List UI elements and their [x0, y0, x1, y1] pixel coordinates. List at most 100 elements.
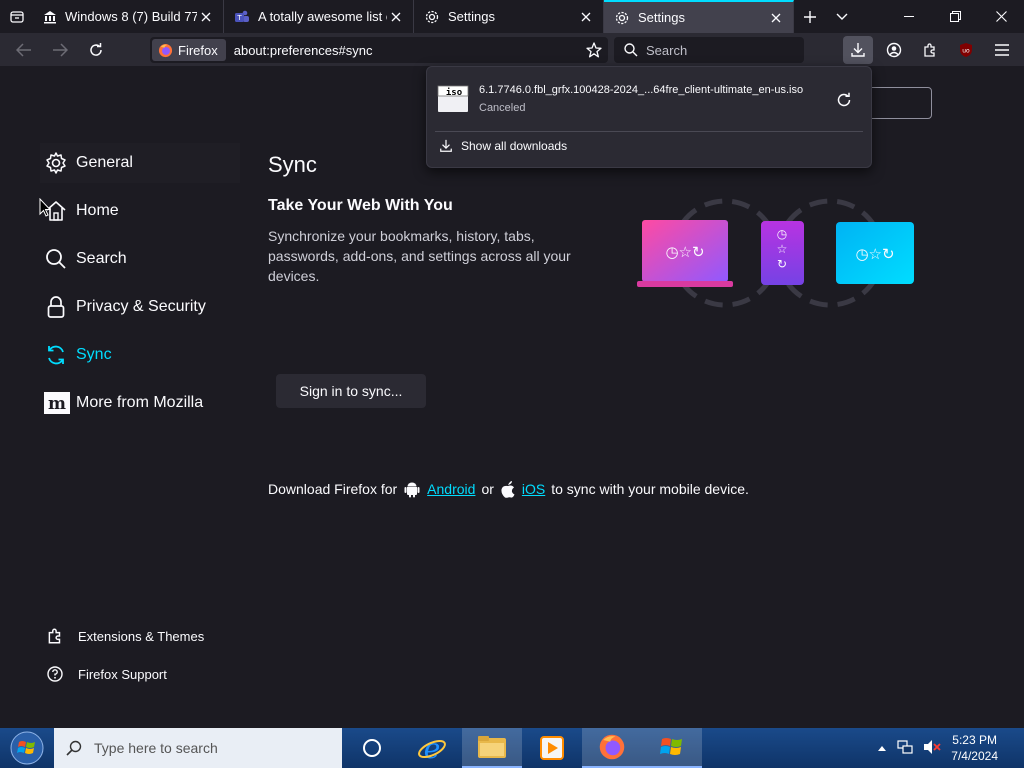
- sidebar-item-privacy-security[interactable]: Privacy & Security: [40, 287, 240, 327]
- sidebar-item-home[interactable]: Home: [40, 191, 240, 231]
- close-tab-button[interactable]: [387, 8, 405, 26]
- close-tab-button[interactable]: [767, 9, 785, 27]
- close-tab-button[interactable]: [577, 8, 595, 26]
- iso-file-icon: iso: [437, 85, 469, 112]
- restore-icon: [949, 11, 961, 22]
- sync-subheading: Take Your Web With You: [268, 197, 453, 214]
- retry-download-button[interactable]: [833, 89, 855, 111]
- puzzle-icon: [48, 628, 61, 644]
- clock-date: 7/4/2024: [951, 749, 998, 763]
- close-icon: [771, 13, 781, 22]
- taskbar-search-box[interactable]: Type here to search: [54, 728, 342, 768]
- chevron-down-icon: [836, 13, 848, 20]
- help-icon: [47, 666, 63, 682]
- taskbar-media-player[interactable]: [522, 728, 582, 768]
- sidebar-item-label: General: [76, 154, 133, 171]
- tab-windows-8-build[interactable]: Windows 8 (7) Build 7746: [33, 0, 224, 33]
- minimize-icon: [904, 15, 914, 17]
- svg-text:☆: ☆: [777, 242, 788, 256]
- arrow-right-icon: [53, 42, 68, 57]
- network-button[interactable]: [897, 739, 913, 758]
- reload-button[interactable]: [78, 33, 114, 66]
- download-status: Canceled: [479, 102, 526, 114]
- sidebar-item-sync[interactable]: Sync: [40, 335, 240, 375]
- tab-overflow-button[interactable]: [826, 0, 858, 33]
- taskbar-internet-explorer[interactable]: e: [402, 728, 462, 768]
- list-all-tabs-button[interactable]: [0, 0, 33, 33]
- taskbar-windows-app[interactable]: [642, 728, 702, 768]
- toolbar-right: uo: [840, 33, 1020, 66]
- internet-explorer-icon: e: [418, 733, 446, 763]
- ios-link[interactable]: iOS: [522, 481, 545, 497]
- start-button[interactable]: [0, 728, 54, 768]
- tab-awesome-list[interactable]: T A totally awesome list of: [224, 0, 414, 33]
- android-icon: [404, 482, 420, 498]
- extensions-button[interactable]: [912, 33, 948, 66]
- svg-text:↻: ↻: [777, 257, 787, 271]
- svg-text:◷☆↻: ◷☆↻: [665, 243, 704, 261]
- sync-devices-illustration: ◷☆↻ ◷ ☆ ↻ ◷☆↻: [637, 198, 914, 308]
- tab-settings-active[interactable]: Settings: [604, 0, 794, 33]
- bookmark-star-button[interactable]: [580, 42, 608, 58]
- sign-in-to-sync-button[interactable]: Sign in to sync...: [276, 374, 426, 408]
- file-icon-text: iso: [446, 87, 462, 98]
- download-text: 6.1.7746.0.fbl_grfx.100428-2024_...64fre…: [479, 84, 829, 114]
- task-view-button[interactable]: [342, 728, 402, 768]
- tab-title: Windows 8 (7) Build 7746: [65, 9, 197, 24]
- android-link[interactable]: Android: [427, 481, 475, 497]
- gear-icon: [425, 10, 439, 23]
- tab-title: A totally awesome list of: [258, 9, 387, 24]
- taskbar-file-explorer[interactable]: [462, 728, 522, 768]
- arrow-left-icon: [16, 42, 31, 57]
- reload-icon: [90, 42, 102, 56]
- tab-settings[interactable]: Settings: [414, 0, 604, 33]
- sidebar-item-more-from-mozilla[interactable]: m More from Mozilla: [40, 383, 240, 423]
- mobile-download-line: Download Firefox for Android or iOS to s…: [268, 480, 749, 498]
- search-bar[interactable]: Search: [614, 37, 804, 63]
- page-title: Sync: [268, 152, 317, 177]
- chevron-up-icon: [878, 746, 887, 751]
- download-item[interactable]: iso 6.1.7746.0.fbl_grfx.100428-2024_...6…: [427, 71, 871, 127]
- firefox-logo-icon: [158, 43, 173, 57]
- minimize-button[interactable]: [886, 0, 932, 33]
- clock-time: 5:23 PM: [952, 733, 997, 747]
- identity-box[interactable]: Firefox: [152, 39, 226, 61]
- back-button[interactable]: [6, 33, 42, 66]
- close-icon: [995, 11, 1007, 22]
- search-icon: [46, 249, 66, 269]
- volume-button[interactable]: [923, 739, 941, 758]
- forward-button[interactable]: [42, 33, 78, 66]
- firefox-support-link[interactable]: Firefox Support: [46, 665, 167, 683]
- svg-text:◷: ◷: [777, 227, 788, 241]
- ublock-icon: uo: [960, 42, 972, 57]
- sidebar-item-general[interactable]: General: [40, 143, 240, 183]
- show-all-downloads-button[interactable]: Show all downloads: [439, 139, 567, 153]
- account-button[interactable]: [876, 33, 912, 66]
- identity-label: Firefox: [178, 42, 218, 58]
- firefox-logo-icon: [599, 734, 625, 760]
- sidebar-item-label: More from Mozilla: [76, 394, 204, 411]
- extensions-themes-link[interactable]: Extensions & Themes: [46, 627, 204, 645]
- mobile-suffix: to sync with your mobile device.: [551, 481, 749, 497]
- show-hidden-icons-button[interactable]: [877, 741, 887, 755]
- ublock-origin-button[interactable]: uo: [948, 33, 984, 66]
- downloads-panel: iso 6.1.7746.0.fbl_grfx.100428-2024_...6…: [426, 66, 872, 168]
- restore-button[interactable]: [932, 0, 978, 33]
- url-bar[interactable]: Firefox about:preferences#sync: [150, 37, 608, 63]
- notifications-button[interactable]: [1008, 728, 1012, 768]
- hamburger-icon: [995, 43, 1009, 56]
- downloads-button[interactable]: [843, 35, 873, 64]
- app-menu-button[interactable]: [984, 33, 1020, 66]
- url-text[interactable]: about:preferences#sync: [234, 43, 580, 58]
- find-in-settings-input[interactable]: [862, 87, 932, 119]
- taskbar-firefox[interactable]: [582, 728, 642, 768]
- close-tab-button[interactable]: [197, 8, 215, 26]
- sidebar-item-search[interactable]: Search: [40, 239, 240, 279]
- close-window-button[interactable]: [978, 0, 1024, 33]
- taskbar-clock[interactable]: 5:23 PM 7/4/2024: [951, 732, 998, 764]
- network-icon: [897, 739, 913, 754]
- tab-title: Settings: [638, 10, 685, 25]
- or-text: or: [481, 481, 494, 497]
- sidebar-item-label: Home: [76, 202, 119, 219]
- new-tab-button[interactable]: [794, 0, 826, 33]
